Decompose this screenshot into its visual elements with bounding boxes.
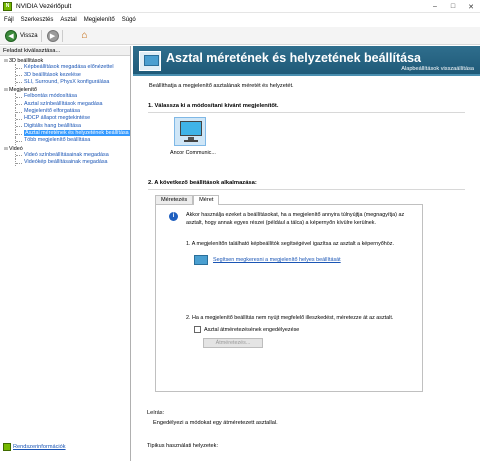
tree-item[interactable]: 3D beállítások kezelése <box>0 71 130 80</box>
tree-item[interactable]: Több megjelenítő beállítása <box>0 137 130 145</box>
tree-item-label[interactable]: Videó <box>9 146 23 152</box>
page-description: Beállíthatja a megjelenítő asztalának mé… <box>149 83 294 89</box>
menu-desktop[interactable]: Asztal <box>60 17 76 23</box>
tree-item-label[interactable]: Digitális hang beállítása <box>24 123 81 129</box>
task-panel: Feladat kiválasztása... ⊟3D beállítások K… <box>0 46 131 461</box>
task-tree: ⊟3D beállítások Képbeállítások megadása e… <box>0 56 130 167</box>
tree-item[interactable]: Képbeállítások megadása előnézettel <box>0 64 130 72</box>
tree-item-label[interactable]: HDCP állapot megtekintése <box>24 115 90 121</box>
forward-arrow-icon[interactable]: ▶ <box>46 29 59 42</box>
page-header: Asztal méretének és helyzetének beállítá… <box>133 46 480 76</box>
menu-file[interactable]: Fájl <box>4 17 14 23</box>
task-panel-header: Feladat kiválasztása... <box>0 46 130 56</box>
desktop-size-icon <box>139 51 161 71</box>
page-title: Asztal méretének és helyzetének beállítá… <box>166 51 421 65</box>
close-button[interactable]: ✕ <box>462 0 480 13</box>
info-text: Akkor használja ezeket a beállításokat, … <box>186 212 405 226</box>
tree-item[interactable]: Digitális hang beállítása <box>0 122 130 131</box>
checkbox-label[interactable]: Asztal átméretezésének engedélyezése <box>204 327 299 333</box>
minimize-button[interactable]: – <box>426 0 444 13</box>
checkbox-box[interactable] <box>194 326 201 333</box>
tree-category[interactable]: ⊟Videó <box>0 145 130 152</box>
menu-display[interactable]: Megjelenítő <box>84 17 115 23</box>
monitor-label[interactable]: Ancor Communic... <box>170 150 216 156</box>
info-icon: i <box>169 212 178 221</box>
tree-item[interactable]: HDCP állapot megtekintése <box>0 115 130 123</box>
tree-item[interactable]: Felbontás módosítása <box>0 93 130 102</box>
tree-item[interactable]: Videó színbeállításainak megadása <box>0 151 130 160</box>
tree-category[interactable]: ⊟Megjelenítő <box>0 86 130 93</box>
tree-item-label[interactable]: Asztal méretének és helyzetének beállítá… <box>24 129 130 136</box>
description-text: Engedélyezi a módokat egy átméretezett a… <box>153 420 278 426</box>
monitor-icon[interactable] <box>174 117 206 146</box>
menu-bar: Fájl Szerkesztés Asztal Megjelenítő Súgó <box>0 14 480 26</box>
resize-button[interactable]: Átméretezés... <box>203 338 263 348</box>
tree-item[interactable]: Asztal méretének és helyzetének beállítá… <box>0 129 130 138</box>
content-panel: Asztal méretének és helyzetének beállítá… <box>133 46 480 461</box>
title-bar: N NVIDIA Vezérlőpult – □ ✕ <box>0 0 480 13</box>
window-title: NVIDIA Vezérlőpult <box>16 2 72 10</box>
monitor-small-icon <box>194 255 208 265</box>
menu-help[interactable]: Súgó <box>122 17 136 23</box>
section-divider <box>148 189 465 190</box>
tree-item-label[interactable]: 3D beállítások <box>9 58 43 64</box>
maximize-button[interactable]: □ <box>444 0 462 13</box>
tree-category[interactable]: ⊟3D beállítások <box>0 57 130 64</box>
tree-item[interactable]: Megjelenítő elforgatása <box>0 108 130 116</box>
system-info-link[interactable]: Rendszerinformációk <box>3 443 66 451</box>
toolbar-separator <box>61 29 63 42</box>
toolbar-separator <box>40 29 42 42</box>
window-controls: – □ ✕ <box>426 0 480 13</box>
description-label: Leírás: <box>147 410 165 416</box>
tree-item-label[interactable]: Több megjelenítő beállítása <box>24 137 90 143</box>
tree-item[interactable]: Videókép beállításainak megadása <box>0 159 130 167</box>
tree-item-label[interactable]: Megjelenítő elforgatása <box>24 108 80 114</box>
section-select-display: 1. Válassza ki a módosítani kívánt megje… <box>148 103 279 109</box>
tree-item-label[interactable]: SLI, Surround, PhysX konfigurálása <box>24 79 109 85</box>
menu-edit[interactable]: Szerkesztés <box>21 17 54 23</box>
tree-item[interactable]: SLI, Surround, PhysX konfigurálása <box>0 78 130 87</box>
tree-item-label[interactable]: Képbeállítások megadása előnézettel <box>24 64 114 70</box>
nvidia-logo-icon: N <box>3 1 12 11</box>
tree-item[interactable]: Asztal színbeállítások megadása <box>0 100 130 109</box>
usage-tips-label: Tipikus használati helyzetek: <box>147 443 218 449</box>
enable-resize-checkbox[interactable]: Asztal átméretezésének engedélyezése <box>194 326 299 333</box>
home-icon[interactable]: ⌂ <box>78 29 92 43</box>
tree-item-label[interactable]: Megjelenítő <box>9 87 37 93</box>
section-apply-settings: 2. A következő beállítások alkalmazása: <box>148 180 257 186</box>
help-find-setting-link[interactable]: Segítsen megkeresni a megjelenítő helyes… <box>213 257 341 263</box>
back-button-label[interactable]: Vissza <box>20 33 38 39</box>
restore-defaults-link[interactable]: Alapbeállítások visszaállítása <box>401 66 474 72</box>
tab-scaling[interactable]: Méretezés <box>155 195 194 204</box>
tree-item-label[interactable]: Videókép beállításainak megadása <box>24 159 108 165</box>
section-divider <box>148 112 465 113</box>
step-2-text: 2. Ha a megjelenítő beállítás nem nyújt … <box>186 315 394 321</box>
back-arrow-icon[interactable]: ◀ <box>5 29 17 42</box>
tree-item-label[interactable]: Videó színbeállításainak megadása <box>24 152 109 158</box>
tab-content-size: i Akkor használja ezeket a beállításokat… <box>155 204 423 392</box>
step-1-text: 1. A megjelenítőn található képbeállítók… <box>186 241 394 247</box>
nvidia-info-icon <box>3 443 11 451</box>
tab-size[interactable]: Méret <box>193 195 220 205</box>
tree-item-label[interactable]: Asztal színbeállítások megadása <box>24 101 103 107</box>
tree-item-label[interactable]: 3D beállítások kezelése <box>24 72 81 78</box>
toolbar: ◀ Vissza ▶ ⌂ <box>0 27 480 45</box>
system-info-label[interactable]: Rendszerinformációk <box>13 444 66 450</box>
tree-item-label[interactable]: Felbontás módosítása <box>24 93 77 99</box>
